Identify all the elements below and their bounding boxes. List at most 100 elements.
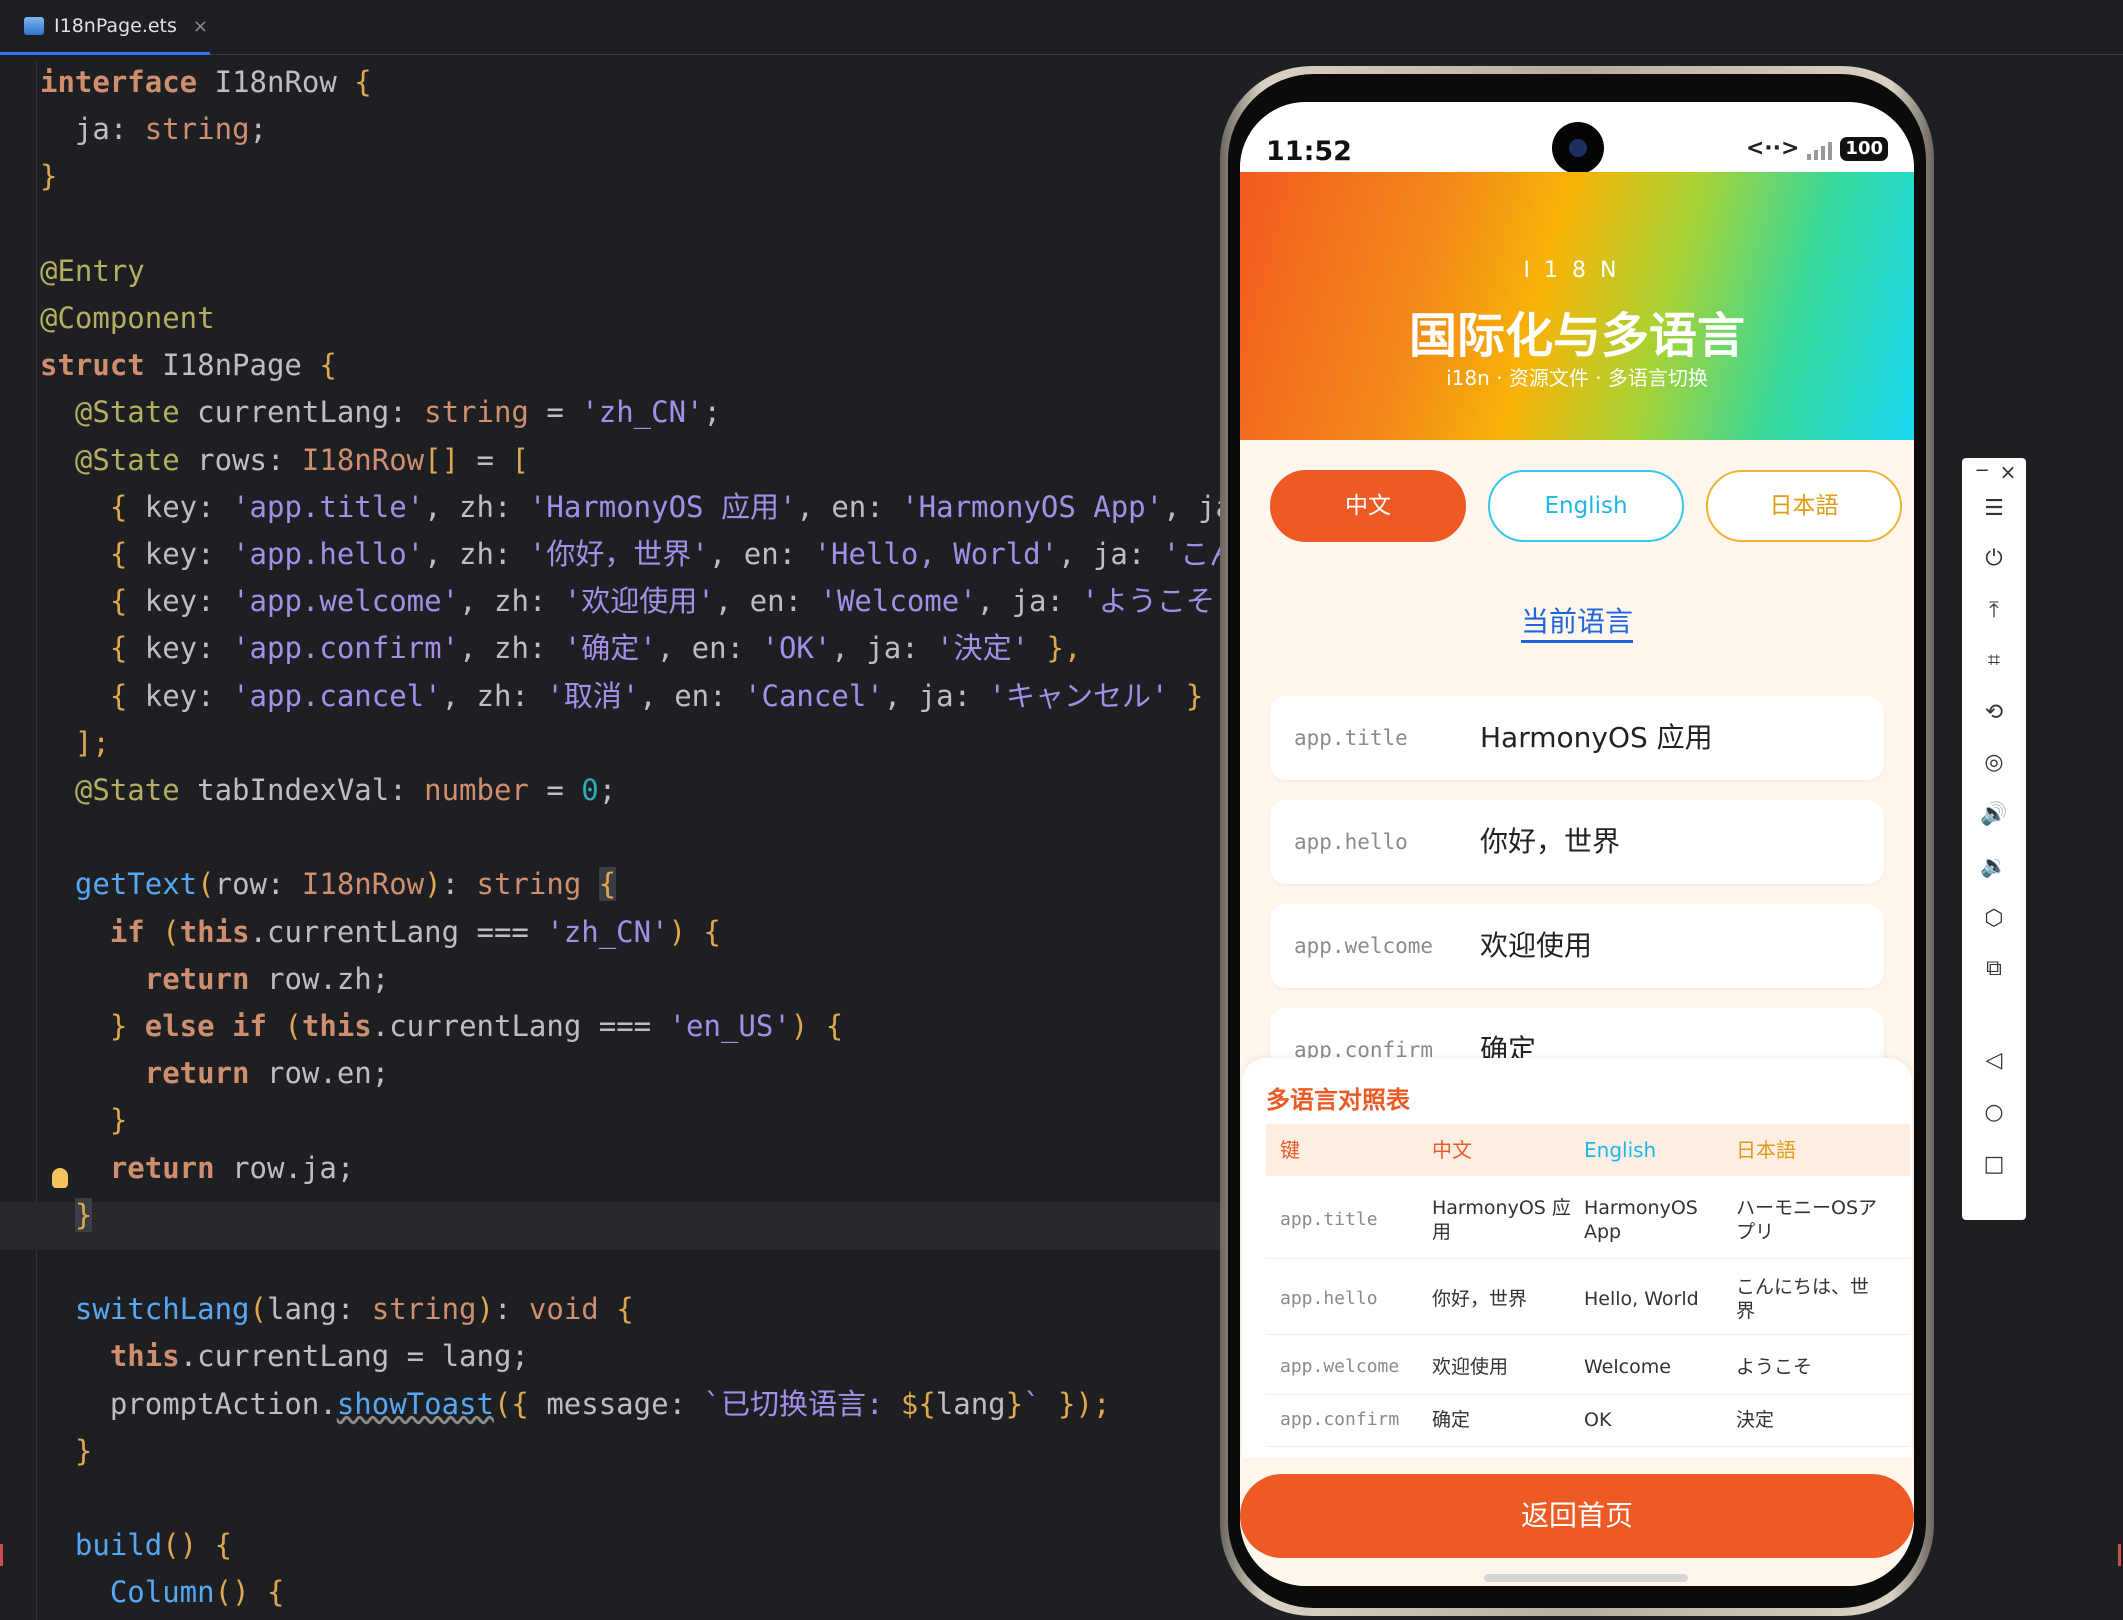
lang-button-en[interactable]: English xyxy=(1488,470,1684,542)
code-token: : xyxy=(197,631,233,666)
code-line[interactable]: } else if (this.currentLang === 'en_US')… xyxy=(40,1002,843,1050)
code-token: [ xyxy=(511,442,529,477)
code-line[interactable]: { key: 'app.hello', zh: '你好，世界', en: 'He… xyxy=(40,530,1220,578)
code-line[interactable]: if (this.currentLang === 'zh_CN') { xyxy=(40,908,721,956)
code-line[interactable]: interface I18nRow { xyxy=(40,58,372,106)
code-line[interactable]: { key: 'app.welcome', zh: '欢迎使用', en: 'W… xyxy=(40,577,1220,625)
menu-icon[interactable]: ☰ xyxy=(1962,496,2026,521)
shake-icon[interactable]: ⬡ xyxy=(1962,906,2026,931)
code-line[interactable]: } xyxy=(40,152,57,200)
row-value: 欢迎使用 xyxy=(1480,929,1593,962)
code-token: number xyxy=(424,773,529,807)
table-cell: HarmonyOS App xyxy=(1584,1197,1698,1243)
code-token: ) xyxy=(424,867,442,902)
code-token: 'app.title' xyxy=(232,489,425,524)
code-line[interactable]: promptAction.showToast({ message: `已切换语言… xyxy=(40,1380,1111,1428)
current-language-link[interactable]: 当前语言 xyxy=(1240,600,1914,643)
code-token: ( xyxy=(197,867,215,902)
code-token: : xyxy=(197,489,233,524)
table-row: app.welcome 欢迎使用 Welcome ようこそ xyxy=(1266,1340,1910,1395)
code-editor[interactable]: interface I18nRow { ja: string;} @Entry @C… xyxy=(40,58,1220,1620)
code-token: : xyxy=(197,678,233,713)
code-token: rows xyxy=(197,442,267,477)
screenshot-icon[interactable]: ◎ xyxy=(1962,750,2026,775)
table-cell: こんにちは、世 界 xyxy=(1736,1276,1870,1322)
phone-screen: 11:52 <··> 100 I18N 国际化与多语言 i18n · 资源文件 … xyxy=(1240,102,1914,1586)
lang-button-ja[interactable]: 日本語 xyxy=(1706,470,1902,542)
code-line[interactable]: } xyxy=(40,1427,92,1475)
code-line[interactable]: } xyxy=(40,1191,93,1239)
home-indicator[interactable] xyxy=(1484,1574,1688,1582)
code-token: , ja: xyxy=(976,584,1082,619)
code-line[interactable]: @Component xyxy=(40,294,215,342)
code-token: showToast xyxy=(336,1386,494,1421)
code-token: , zh: xyxy=(424,489,529,524)
tab-close-icon[interactable]: × xyxy=(193,16,208,37)
code-token: () { xyxy=(162,1528,233,1563)
volume-down-icon[interactable]: 🔉 xyxy=(1962,854,2026,879)
code-token: , zh: xyxy=(424,537,529,571)
table-cell: app.confirm xyxy=(1280,1409,1400,1430)
code-line[interactable]: @Entry xyxy=(40,247,145,295)
code-token: : xyxy=(389,773,425,807)
rotate-icon[interactable]: ⟲ xyxy=(1962,700,2026,725)
code-token: row.zh; xyxy=(266,961,390,996)
home-icon[interactable]: ○ xyxy=(1962,1100,2026,1125)
code-line[interactable]: Column() { xyxy=(40,1568,285,1616)
code-token: : xyxy=(267,867,302,902)
code-line[interactable]: ja: string; xyxy=(40,105,267,153)
lang-button-zh[interactable]: 中文 xyxy=(1270,470,1466,542)
table-cell: 決定 xyxy=(1736,1409,1775,1431)
multi-device-icon[interactable]: ⧉ xyxy=(1962,956,2026,981)
code-line[interactable]: { key: 'app.cancel', zh: '取消', en: 'Canc… xyxy=(40,672,1204,720)
code-line[interactable]: struct I18nPage { xyxy=(40,341,337,389)
code-line[interactable]: ]; xyxy=(40,719,110,767)
code-token: : xyxy=(109,112,145,147)
code-token: { xyxy=(616,1292,634,1327)
back-home-button[interactable]: 返回首页 xyxy=(1240,1474,1914,1558)
translation-table-card[interactable]: 多语言对照表 键 中文 English 日本語 app.title Harmony… xyxy=(1242,1058,1912,1458)
code-token: }, xyxy=(1029,631,1082,666)
code-token: ( xyxy=(249,1292,267,1327)
page-content[interactable]: 中文 English 日本語 当前语言 app.title HarmonyOS … xyxy=(1240,440,1914,1586)
code-line[interactable]: } xyxy=(40,1096,127,1144)
code-line[interactable]: { key: 'app.confirm', zh: '确定', en: 'OK'… xyxy=(40,624,1082,672)
code-token: [] xyxy=(424,442,460,477)
power-icon[interactable]: ⏻ xyxy=(1962,546,2026,571)
code-line[interactable]: @State currentLang: string = 'zh_CN'; xyxy=(40,388,721,436)
code-line[interactable]: @State rows: I18nRow[] = [ xyxy=(40,436,529,484)
code-token: 'app.confirm' xyxy=(232,631,460,666)
phone-frame: 11:52 <··> 100 I18N 国际化与多语言 i18n · 资源文件 … xyxy=(1220,66,1934,1616)
code-line[interactable]: return row.zh; xyxy=(40,955,389,1003)
editor-tab[interactable]: I18nPage.ets × xyxy=(0,0,210,55)
code-line[interactable]: getText(row: I18nRow): string { xyxy=(40,860,617,908)
code-line[interactable]: return row.ja; xyxy=(40,1144,354,1192)
code-token: } xyxy=(74,1197,93,1232)
back-icon[interactable]: ◁ xyxy=(1962,1048,2026,1073)
code-token: lang xyxy=(935,1386,1006,1421)
code-line[interactable]: build() { xyxy=(40,1521,232,1569)
row-key: app.hello xyxy=(1294,830,1408,854)
code-token: , zh: xyxy=(459,584,564,619)
tab-filename: I18nPage.ets xyxy=(54,15,177,37)
code-line[interactable]: return row.en; xyxy=(40,1049,389,1097)
volume-up-icon[interactable]: 🔊 xyxy=(1962,802,2026,827)
code-token: message xyxy=(546,1386,669,1421)
recents-icon[interactable]: □ xyxy=(1962,1152,2026,1177)
code-line[interactable]: this.currentLang = lang; xyxy=(40,1332,529,1380)
code-line[interactable]: { key: 'app.title', zh: 'HarmonyOS 应用', … xyxy=(40,483,1220,531)
close-icon[interactable]: × xyxy=(1976,460,2040,484)
row-value: 你好，世界 xyxy=(1480,825,1621,858)
string-row: app.title HarmonyOS 应用 xyxy=(1270,696,1884,780)
code-line[interactable]: @State tabIndexVal: number = 0; xyxy=(40,766,616,814)
crop-icon[interactable]: ⌗ xyxy=(1962,648,2026,673)
code-token: , zh: xyxy=(441,678,547,713)
table-title: 多语言对照表 xyxy=(1266,1086,1410,1114)
code-token: .currentLang === xyxy=(249,914,547,949)
code-token: I18nPage xyxy=(162,348,320,383)
code-token: : xyxy=(389,395,425,430)
code-line[interactable]: switchLang(lang: string): void { xyxy=(40,1285,634,1333)
code-token: '确定' xyxy=(563,631,657,666)
code-token: 0 xyxy=(581,773,599,807)
pin-top-icon[interactable]: ⤒ xyxy=(1962,598,2026,623)
